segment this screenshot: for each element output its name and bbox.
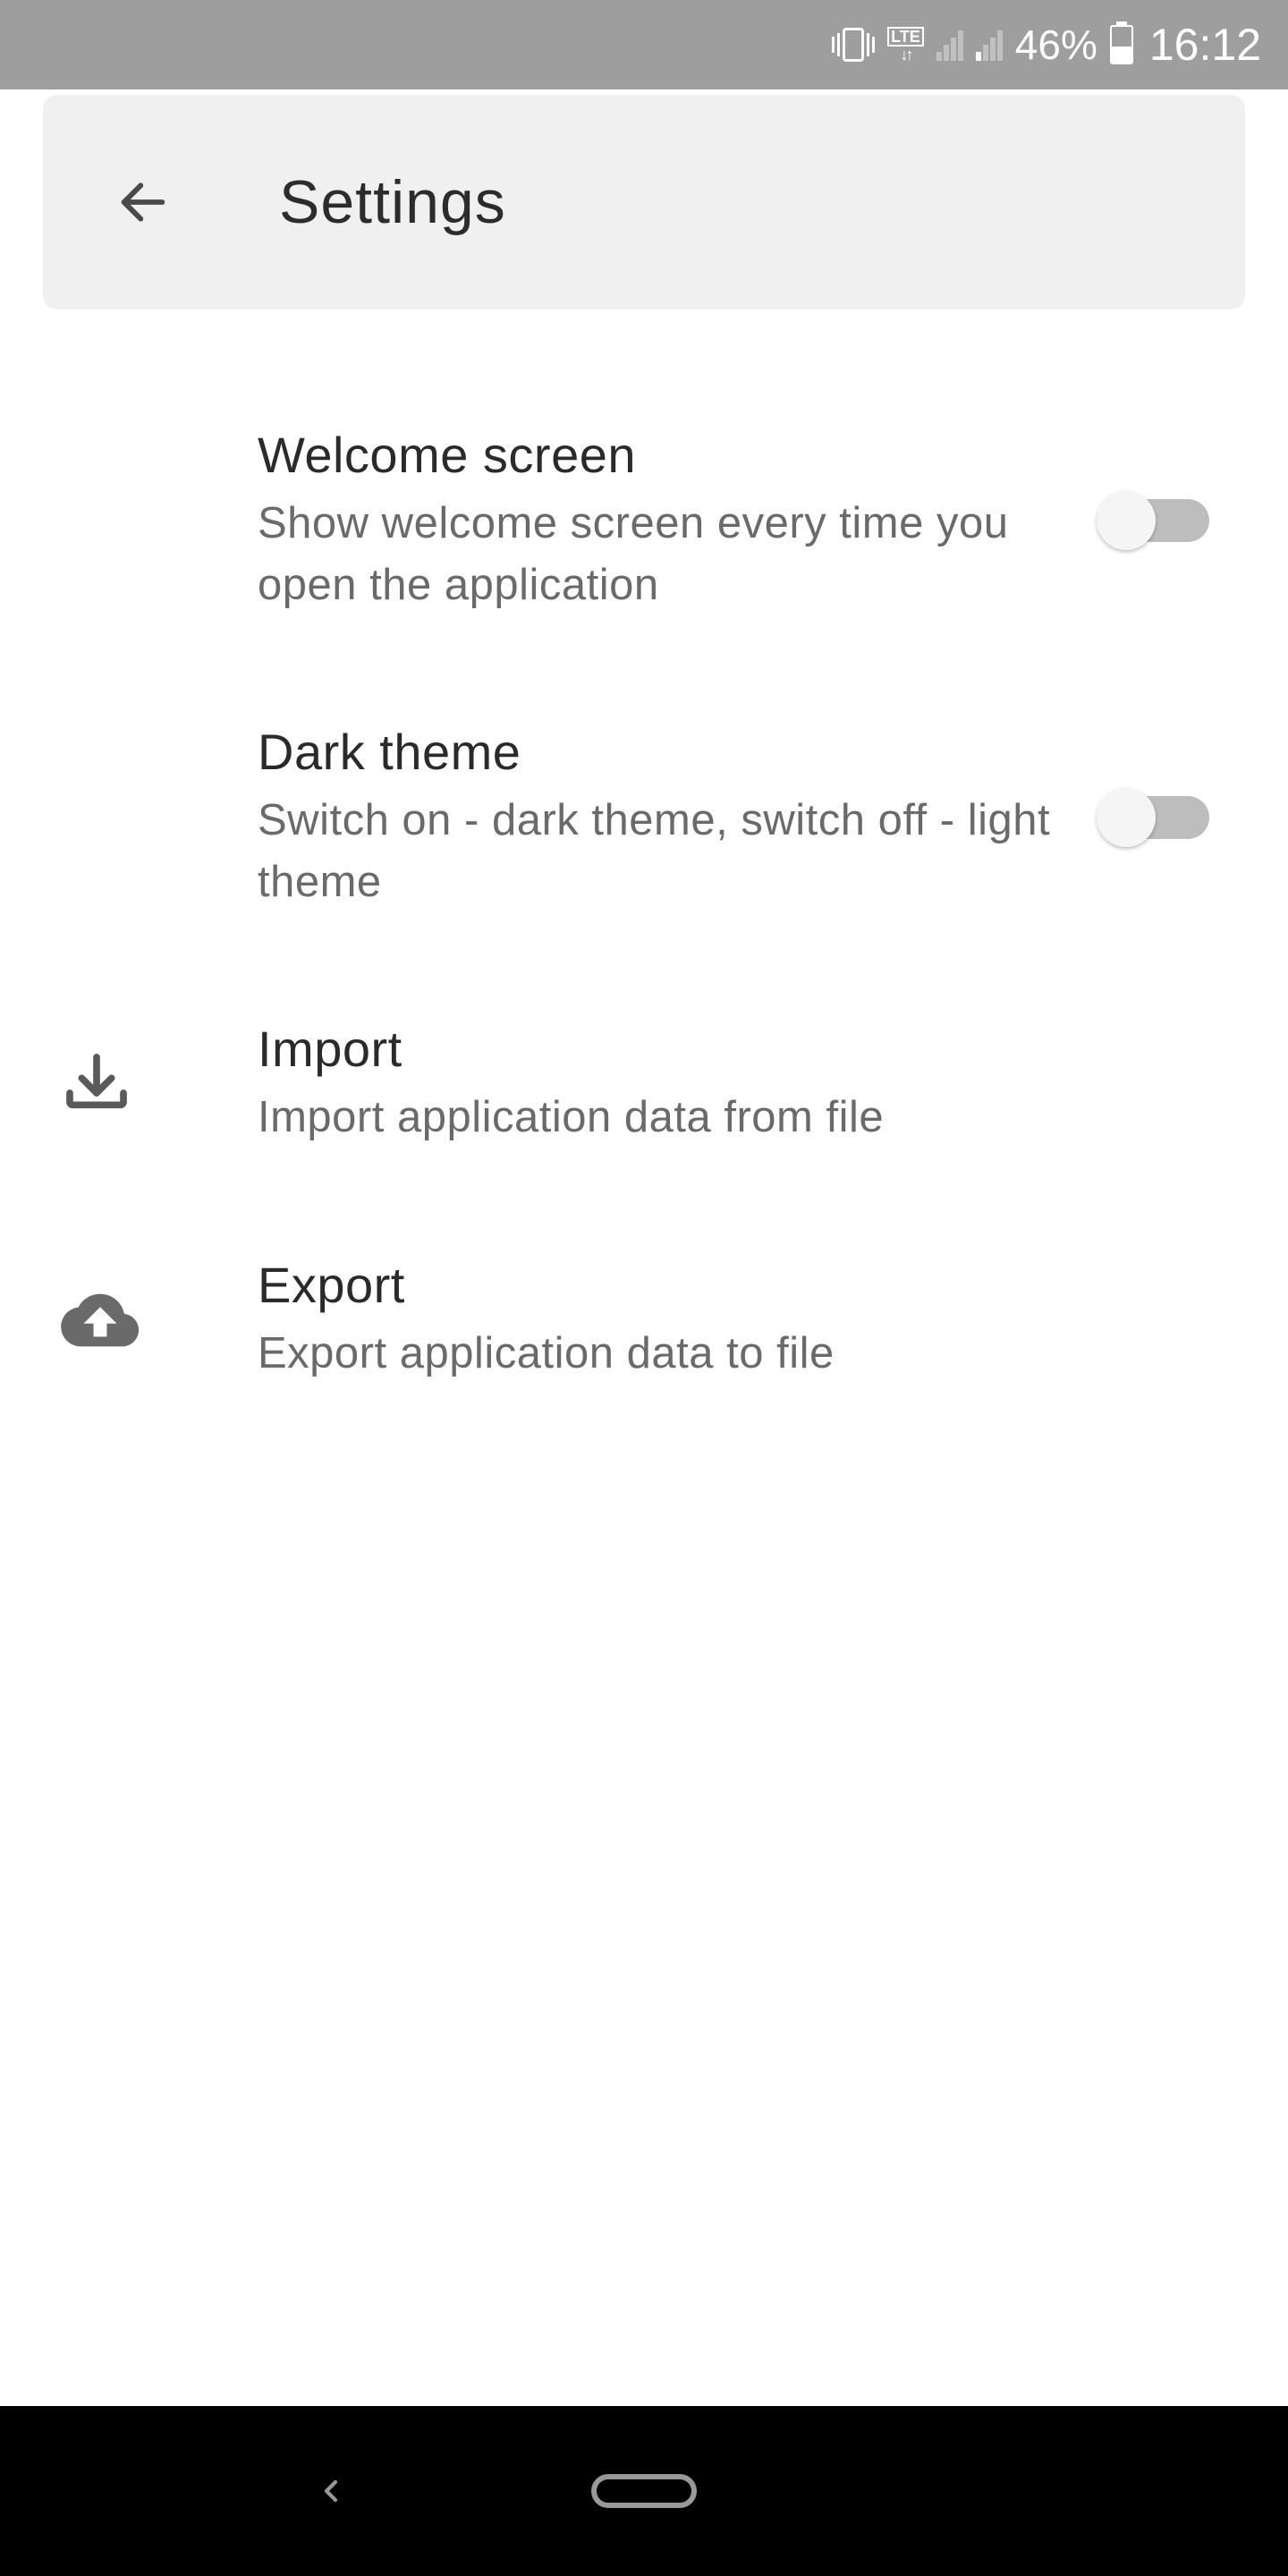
battery-icon xyxy=(1110,25,1133,64)
setting-title: Export xyxy=(258,1256,1227,1314)
setting-title: Welcome screen xyxy=(258,426,1084,484)
nav-home-button[interactable] xyxy=(591,2474,697,2508)
signal-icon-1 xyxy=(936,29,963,61)
page-title: Settings xyxy=(279,167,506,237)
vibrate-icon xyxy=(832,28,875,62)
arrow-left-icon xyxy=(114,174,172,231)
setting-title: Dark theme xyxy=(258,723,1084,781)
status-bar: LTE ↓↑ 46% 16:12 xyxy=(0,0,1288,89)
setting-description: Import application data from file xyxy=(258,1087,1227,1148)
app-bar: Settings xyxy=(43,95,1245,309)
dark-theme-toggle[interactable] xyxy=(1102,796,1209,839)
setting-description: Show welcome screen every time you open … xyxy=(258,493,1084,615)
download-icon xyxy=(61,1048,132,1120)
status-time: 16:12 xyxy=(1149,19,1261,71)
setting-title: Import xyxy=(258,1020,1227,1078)
settings-list: Welcome screen Show welcome screen every… xyxy=(0,372,1288,1438)
setting-welcome-screen[interactable]: Welcome screen Show welcome screen every… xyxy=(43,372,1245,669)
setting-description: Switch on - dark theme, switch off - lig… xyxy=(258,790,1084,912)
battery-percent: 46% xyxy=(1015,21,1097,69)
status-icons: LTE ↓↑ 46% 16:12 xyxy=(832,19,1261,71)
chevron-left-icon xyxy=(313,2471,349,2511)
cloud-upload-icon xyxy=(61,1281,140,1360)
setting-description: Export application data to file xyxy=(258,1323,1227,1385)
navigation-bar xyxy=(0,2406,1288,2576)
nav-back-button[interactable] xyxy=(313,2473,349,2509)
setting-export[interactable]: Export Export application data to file xyxy=(43,1202,1245,1438)
signal-icon-2 xyxy=(976,29,1003,61)
welcome-screen-toggle[interactable] xyxy=(1102,499,1209,542)
setting-import[interactable]: Import Import application data from file xyxy=(43,966,1245,1202)
setting-dark-theme[interactable]: Dark theme Switch on - dark theme, switc… xyxy=(43,669,1245,966)
back-button[interactable] xyxy=(114,174,172,231)
lte-icon: LTE ↓↑ xyxy=(887,27,924,63)
